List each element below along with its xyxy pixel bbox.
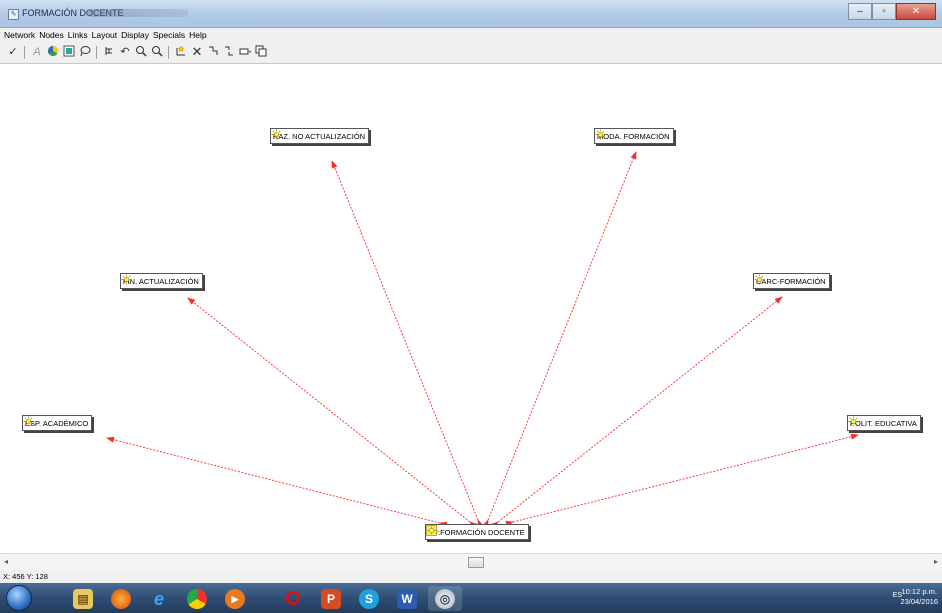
cursor-coords: X: 456 Y: 128 [3,572,48,581]
node-label: POLIT. EDUCATIVA [850,419,917,428]
link-layer [106,151,859,529]
menu-network[interactable]: Network [0,28,35,40]
link-esp[interactable] [106,436,448,528]
link-fin[interactable] [187,297,478,529]
media-player-icon[interactable]: ▶ [218,586,252,611]
sun-icon [121,274,132,285]
clock-time: 10:12 p.m. [901,587,937,596]
scroll-left-icon[interactable]: ◂ [4,557,8,566]
menu-specials[interactable]: Specials [149,28,185,40]
scroll-right-icon[interactable]: ▸ [934,557,938,566]
zoom-in-icon[interactable] [134,45,148,59]
node-label: CF:FORMACIÓN DOCENTE [428,528,525,537]
opera-icon[interactable]: O [276,586,310,611]
status-bar: X: 456 Y: 128 [0,570,942,583]
sun-icon [595,129,606,140]
powerpoint-icon[interactable]: P [314,586,348,611]
node-center[interactable]: CF:FORMACIÓN DOCENTE [425,524,529,540]
color-wheel-icon[interactable] [46,45,60,59]
title-path-blurred [88,9,188,17]
horizontal-scrollbar[interactable]: ◂ ▸ [0,553,942,570]
menu-help[interactable]: Help [185,28,206,40]
clock[interactable]: 10:12 p.m. 23/04/2016 [900,587,938,607]
network-canvas[interactable]: RAZ. NO ACTUALIZACIÓN MODA. FORMACIÓN FI… [10,65,942,553]
link-raz[interactable] [331,160,484,528]
node-label: CARC-FORMACIÓN [756,277,826,286]
node-polit[interactable]: POLIT. EDUCATIVA [847,415,921,431]
internet-explorer-icon[interactable]: e [142,586,176,611]
new-node-icon[interactable] [174,45,188,59]
toolbar-separator [168,46,169,59]
color-box-icon[interactable] [62,45,76,59]
sun-icon [426,525,437,536]
unlink-icon[interactable] [222,45,236,59]
text-icon[interactable]: A [30,45,44,59]
sun-icon [848,416,859,427]
firefox-icon[interactable] [104,586,138,611]
word-icon[interactable]: W [390,586,424,611]
node-moda[interactable]: MODA. FORMACIÓN [594,128,674,144]
toolbar-separator [96,46,97,59]
maximize-button[interactable]: ▫ [872,3,896,20]
chrome-icon[interactable] [180,586,214,611]
node-label: ESP. ACADÉMICO [25,419,89,428]
node-label: FIN. ACTUALIZACIÓN [123,277,199,286]
start-button[interactable] [6,585,32,611]
check-icon[interactable]: ✓ [6,45,20,59]
sun-icon [271,129,282,140]
clock-date: 23/04/2016 [900,597,938,606]
tree-layout-icon[interactable] [102,45,116,59]
delete-icon[interactable]: ✕ [190,45,204,59]
link-moda[interactable] [482,151,637,528]
sun-icon [754,274,765,285]
zoom-out-icon[interactable] [150,45,164,59]
app-icon: ✎ [8,9,19,20]
node-raz[interactable]: RAZ. NO ACTUALIZACIÓN [270,128,370,144]
link-icon[interactable] [206,45,220,59]
node-label: MODA. FORMACIÓN [597,132,670,141]
lasso-icon[interactable] [78,45,92,59]
window-controls: – ▫ ✕ [848,3,936,20]
network-app-icon[interactable]: ◎ [428,586,462,611]
taskbar: ▤ e ▶ O P S W ◎ ES 10:12 p.m. 23/04/2016 [0,583,942,613]
node-esp[interactable]: ESP. ACADÉMICO [22,415,93,431]
node-carc[interactable]: CARC-FORMACIÓN [753,273,830,289]
toolbar: ✓ A ↶ ✕ [0,42,942,64]
menu-layout[interactable]: Layout [88,28,118,40]
minimize-button[interactable]: – [848,3,872,20]
link-polit[interactable] [505,433,859,527]
link-carc[interactable] [490,296,783,529]
menu-display[interactable]: Display [117,28,149,40]
title-bar: ✎ FORMACIÓN DOCENTE – ▫ ✕ [0,0,942,28]
menu-bar: Network Nodes Links Layout Display Specials He… [0,28,942,42]
close-button[interactable]: ✕ [896,3,936,20]
sun-icon [23,416,34,427]
node-label: RAZ. NO ACTUALIZACIÓN [273,132,366,141]
menu-nodes[interactable]: Nodes [35,28,64,40]
scroll-thumb[interactable] [468,557,484,568]
undo-icon[interactable]: ↶ [118,45,132,59]
node-fin[interactable]: FIN. ACTUALIZACIÓN [120,273,203,289]
label-icon[interactable] [238,45,252,59]
file-explorer-icon[interactable]: ▤ [66,586,100,611]
copy-icon[interactable] [254,45,268,59]
skype-icon[interactable]: S [352,586,386,611]
toolbar-separator [24,46,25,59]
menu-links[interactable]: Links [64,28,88,40]
